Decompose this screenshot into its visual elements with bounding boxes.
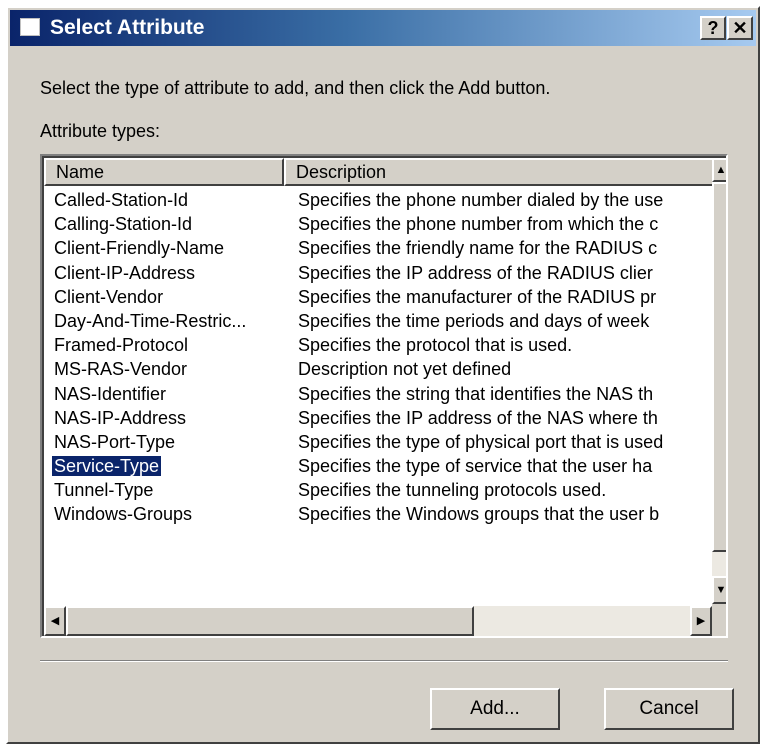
attribute-description-cell: Specifies the manufacturer of the RADIUS… (298, 286, 657, 307)
attribute-name-cell: Client-Vendor (54, 286, 164, 307)
attribute-name-cell: Windows-Groups (54, 504, 193, 525)
attribute-row[interactable]: Client-Vendor Specifies the manufacturer … (44, 285, 706, 309)
attribute-types-label: Attribute types: (40, 121, 161, 141)
window-title: Select Attribute (50, 16, 205, 39)
attribute-name-cell: Day-And-Time-Restric... (54, 310, 247, 331)
instruction-text: Select the type of attribute to add, and… (40, 78, 551, 98)
window-icon (20, 18, 40, 36)
attribute-row[interactable]: Called-Station-Id Specifies the phone num… (44, 188, 706, 212)
attribute-row[interactable]: Framed-Protocol Specifies the protocol th… (44, 333, 706, 357)
attribute-name-cell: NAS-Identifier (54, 383, 167, 404)
attribute-name-cell: Called-Station-Id (54, 190, 189, 210)
title-bar[interactable]: Select Attribute ? ✕ (10, 10, 756, 46)
close-button[interactable]: ✕ (727, 16, 753, 40)
attribute-description-cell: Specifies the type of service that the u… (298, 456, 653, 477)
attribute-description-cell: Specifies the time periods and days of w… (298, 310, 650, 331)
attribute-row[interactable]: Calling-Station-Id Specifies the phone nu… (44, 212, 706, 236)
attribute-name-cell: Tunnel-Type (54, 480, 154, 501)
scrollbar-corner (712, 604, 726, 636)
attribute-name-cell: Service-Type (50, 455, 163, 478)
separator-line (40, 660, 728, 662)
scroll-left-arrow-icon[interactable]: ◀ (44, 606, 66, 636)
attribute-rows: Called-Station-Id Specifies the phone num… (44, 188, 706, 527)
add-button[interactable]: Add... (430, 688, 560, 730)
attribute-description-cell: Specifies the friendly name for the RADI… (298, 238, 658, 259)
attribute-row[interactable]: Day-And-Time-Restric... Specifies the tim… (44, 309, 706, 333)
attribute-description-cell: Specifies the protocol that is used. (298, 335, 573, 356)
attribute-row[interactable]: Tunnel-Type Specifies the tunneling proto… (44, 478, 706, 502)
attribute-row[interactable]: Windows-Groups Specifies the Windows grou… (44, 502, 706, 526)
select-attribute-dialog: Select Attribute ? ✕ Select the type of … (6, 6, 760, 744)
attribute-description-cell: Specifies the phone number dialed by the… (298, 190, 664, 210)
attribute-row[interactable]: Client-IP-Address Specifies the IP addres… (44, 261, 706, 285)
horizontal-scroll-thumb[interactable] (66, 606, 474, 636)
attribute-description-cell: Specifies the IP address of the RADIUS c… (298, 262, 653, 283)
attribute-row[interactable]: Service-Type Specifies the type of servic… (44, 454, 706, 478)
attribute-description-cell: Specifies the Windows groups that the us… (298, 504, 660, 525)
vertical-scroll-thumb[interactable] (712, 182, 726, 552)
attribute-description-cell: Specifies the string that identifies the… (298, 383, 654, 404)
attribute-row[interactable]: NAS-Port-Type Specifies the type of physi… (44, 430, 706, 454)
attribute-description-cell: Description not yet defined (298, 359, 512, 380)
cancel-button[interactable]: Cancel (604, 688, 734, 730)
scroll-down-arrow-icon[interactable]: ▼ (712, 576, 726, 604)
scroll-right-arrow-icon[interactable]: ▶ (690, 606, 712, 636)
attribute-name-cell: Client-Friendly-Name (54, 238, 225, 259)
attribute-name-cell: NAS-Port-Type (54, 431, 176, 452)
horizontal-scrollbar[interactable]: ◀ ▶ (44, 606, 712, 636)
attribute-list[interactable]: Name Description Called-Station-Id Specif… (40, 154, 728, 638)
vertical-scrollbar[interactable]: ▲ ▼ (712, 158, 726, 604)
help-button[interactable]: ? (700, 16, 726, 40)
attribute-name-cell: Calling-Station-Id (54, 214, 193, 235)
scroll-up-arrow-icon[interactable]: ▲ (712, 158, 726, 182)
column-header-description[interactable]: Description (284, 158, 714, 186)
attribute-name-cell: Framed-Protocol (54, 335, 189, 356)
attribute-row[interactable]: NAS-IP-Address Specifies the IP address o… (44, 406, 706, 430)
attribute-row[interactable]: MS-RAS-Vendor Description not yet defined (44, 357, 706, 381)
attribute-name-cell: Client-IP-Address (54, 262, 196, 283)
attribute-description-cell: Specifies the tunneling protocols used. (298, 480, 607, 501)
attribute-description-cell: Specifies the type of physical port that… (298, 431, 664, 452)
attribute-name-cell: MS-RAS-Vendor (54, 359, 188, 380)
attribute-description-cell: Specifies the IP address of the NAS wher… (298, 407, 658, 428)
attribute-row[interactable]: NAS-Identifier Specifies the string that … (44, 382, 706, 406)
attribute-row[interactable]: Client-Friendly-Name Specifies the friend… (44, 236, 706, 260)
attribute-name-cell: NAS-IP-Address (54, 407, 187, 428)
attribute-description-cell: Specifies the phone number from which th… (298, 214, 659, 235)
column-header-name[interactable]: Name (44, 158, 284, 186)
